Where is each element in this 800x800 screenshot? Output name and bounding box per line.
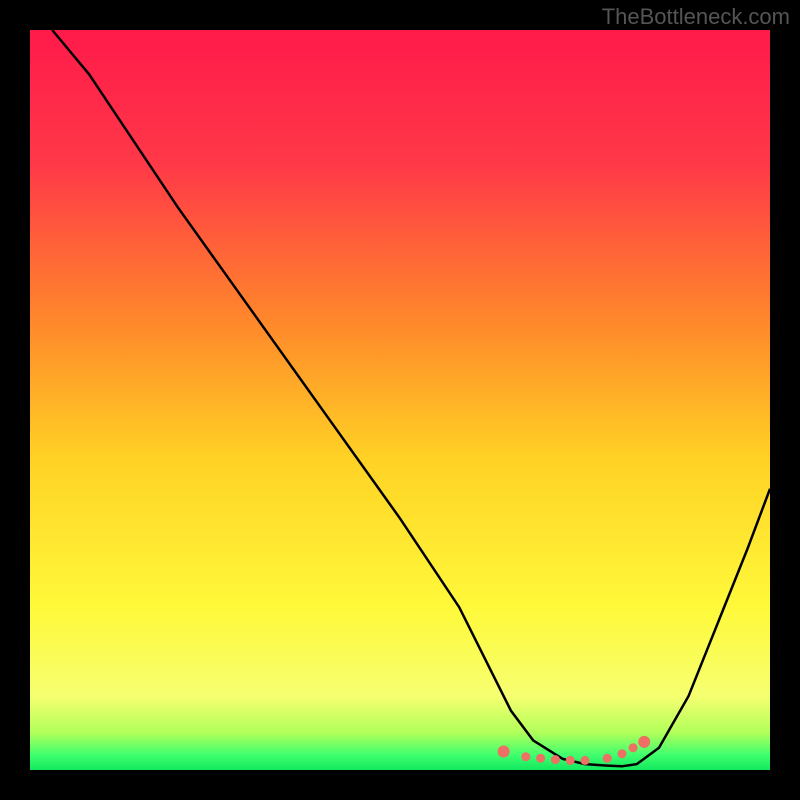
optimum-dot [629, 743, 638, 752]
optimum-dot [603, 754, 612, 763]
optimum-dot [521, 752, 530, 761]
optimum-dot [581, 756, 590, 765]
optimum-dot [551, 755, 560, 764]
optimum-dot [536, 754, 545, 763]
bottleneck-curve [30, 30, 770, 770]
attribution-text: TheBottleneck.com [602, 4, 790, 30]
optimum-dot [618, 749, 627, 758]
chart-plot-area [30, 30, 770, 770]
optimum-dot [638, 736, 650, 748]
optimum-dot [566, 756, 575, 765]
optimum-dot [498, 746, 510, 758]
